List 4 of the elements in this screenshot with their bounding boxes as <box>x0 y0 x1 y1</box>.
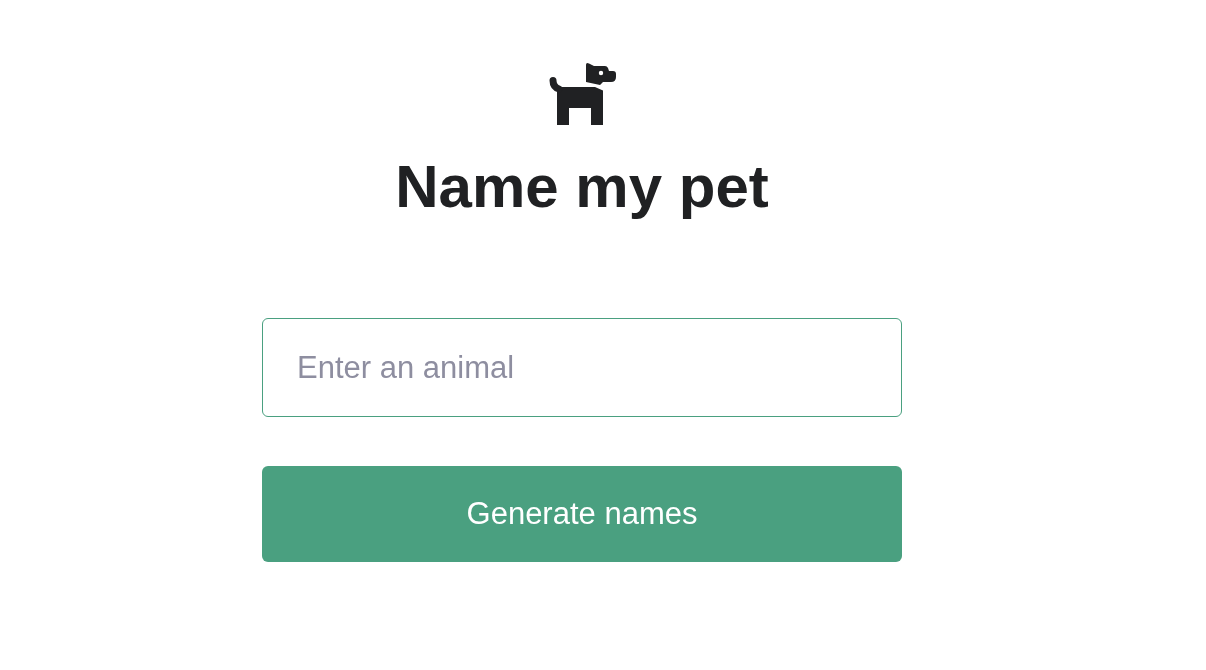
generate-names-button[interactable]: Generate names <box>262 466 902 562</box>
page-title: Name my pet <box>395 152 769 222</box>
dog-icon <box>548 62 616 126</box>
animal-input[interactable]: Enter an animal <box>262 318 902 417</box>
